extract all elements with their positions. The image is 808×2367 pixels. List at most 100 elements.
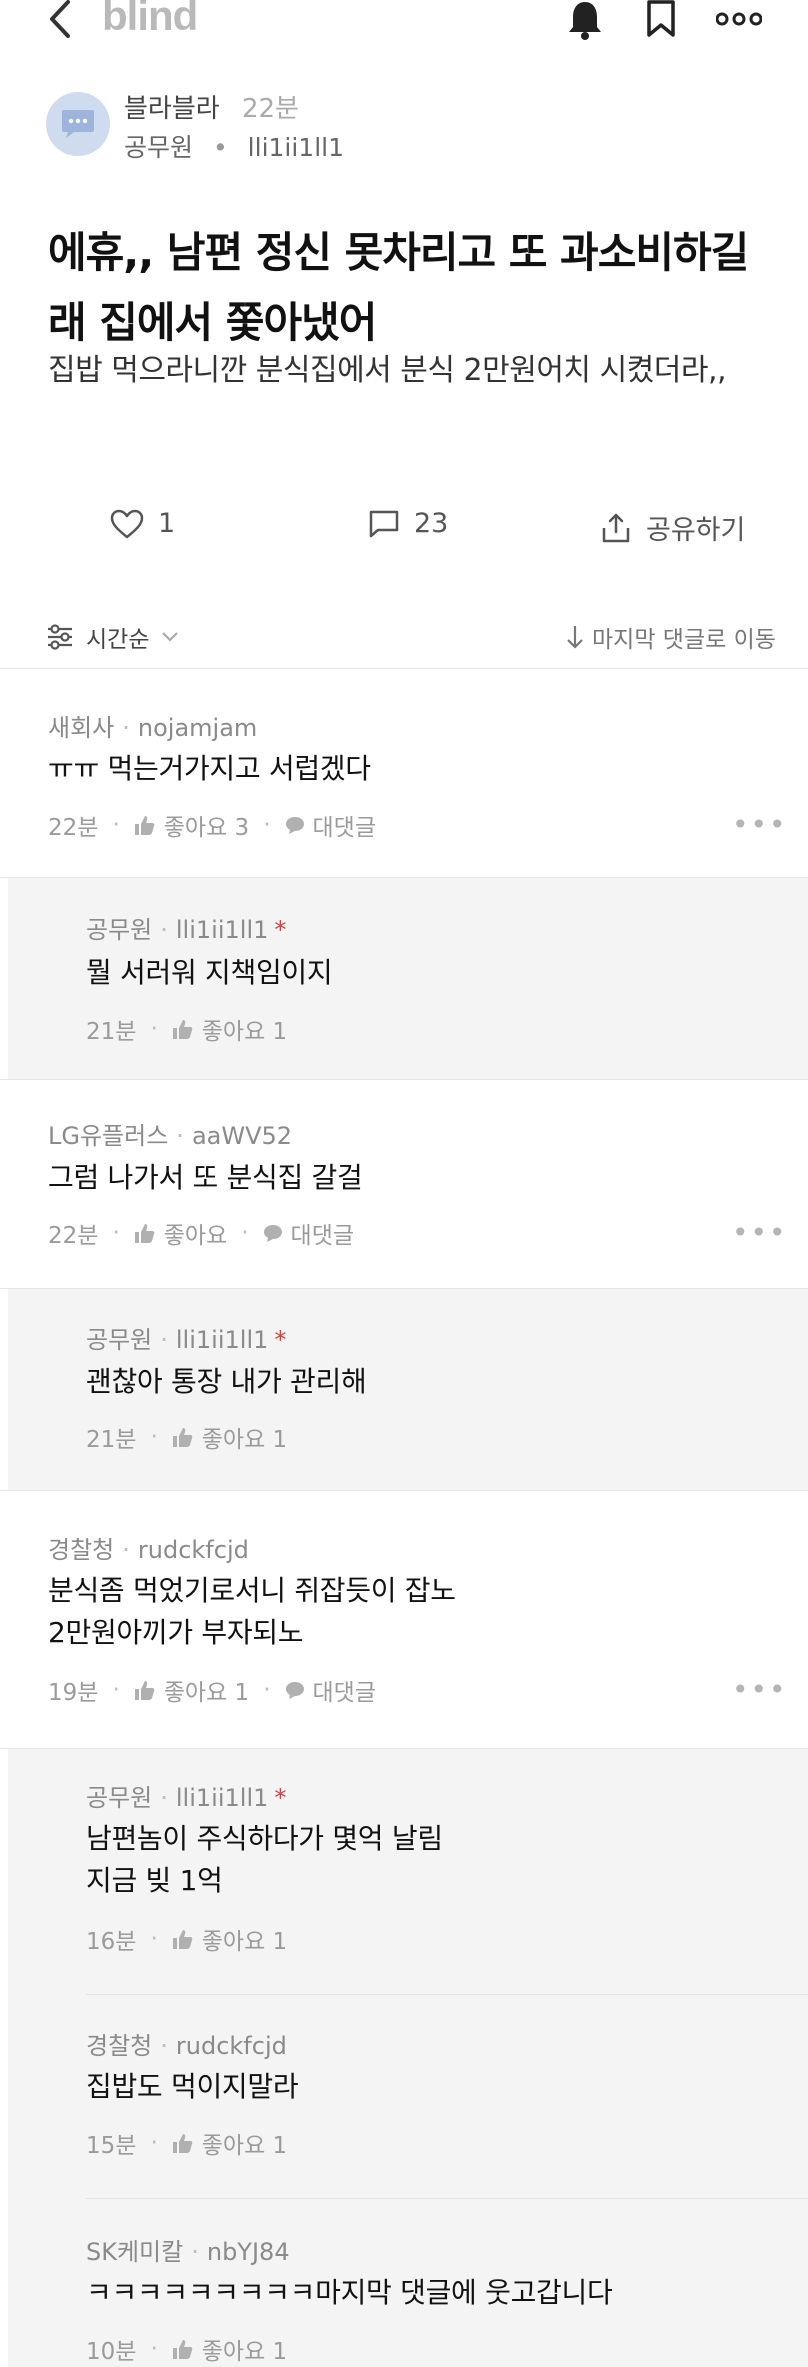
arrow-down-icon [567,626,583,649]
comment-footer: 22분 · 좋아요 · 대댓글 [48,1216,354,1250]
comment-reply-button[interactable]: 대댓글 [263,1216,354,1250]
comment-like-button[interactable]: 좋아요 1 [172,1420,287,1454]
comment-company: 공무원 [86,1326,153,1354]
comment-footer: 21분 · 좋아요 1 [86,1420,287,1454]
comment-footer: 15분 · 좋아요 1 [86,2126,287,2160]
comment-reply-button[interactable]: 대댓글 [285,1673,376,1707]
comment-company: LG유플러스 [48,1122,169,1150]
bookmark-icon[interactable] [646,0,676,38]
comment-like-label: 좋아요 1 [163,1680,250,1706]
comment-company: 새회사 [48,714,115,742]
comment-more-icon[interactable]: ••• [732,808,788,841]
share-button[interactable]: 공유하기 [600,508,745,547]
share-icon [602,513,630,542]
thumbs-up-icon [134,816,155,835]
post-author[interactable]: 블라블라 [124,94,220,124]
comment-footer: 10분 · 좋아요 1 [86,2332,287,2366]
thumbs-up-icon [172,1428,193,1447]
comment-like-button[interactable]: 좋아요 1 [172,2332,287,2366]
thumbs-up-icon [134,1681,155,1700]
reply-bubble-icon [263,1225,282,1242]
comment-time: 19분 [48,1680,99,1706]
author-mark: * [274,1326,287,1354]
bell-icon[interactable] [566,0,604,40]
back-arrow-icon[interactable] [48,0,72,38]
post-nickname: lli1ii1ll1 [247,133,345,162]
comment-nickname: rudckfcjd [137,1536,249,1564]
comment-time: 15분 [86,2133,137,2159]
comment-like-button[interactable]: 좋아요 3 [134,808,249,842]
comment-like-label: 좋아요 1 [201,1929,288,1955]
comment-meta: 공무원 · lli1ii1ll1 * [86,1784,287,1812]
comment-nickname: lli1ii1ll1 [175,916,269,944]
heart-icon [110,509,144,538]
comment-text: ㅋㅋㅋㅋㅋㅋㅋㅋㅋ마지막 댓글에 웃고갑니다 [86,2276,613,2309]
comment-count: 23 [414,508,449,539]
comment-footer: 22분 · 좋아요 3 · 대댓글 [48,808,376,842]
comment-company: SK케미칼 [86,2238,184,2266]
divider [0,668,808,669]
comment-text: 괜찮아 통장 내가 관리해 [86,1365,367,1398]
comment-nickname: rudckfcjd [175,2032,287,2060]
comment-reply-label: 대댓글 [312,1680,376,1706]
comment-time: 16분 [86,1929,137,1955]
comment-meta: 공무원 · lli1ii1ll1 * [86,1326,287,1354]
comment-nickname: aaWV52 [191,1122,293,1150]
comment-footer: 16분 · 좋아요 1 [86,1922,287,1956]
author-avatar[interactable] [46,92,110,156]
comment-meta: 경찰청 · rudckfcjd [48,1536,249,1564]
reply-bubble-icon [285,1682,304,1699]
comment-meta: 경찰청 · rudckfcjd [86,2032,287,2060]
share-label: 공유하기 [646,515,746,546]
comment-like-label: 좋아요 [163,1223,228,1249]
comment-nickname: lli1ii1ll1 [175,1784,269,1812]
comment-like-label: 좋아요 1 [201,1427,288,1453]
comment-more-icon[interactable]: ••• [732,1216,788,1249]
comment-text-line2: 2만원아끼가 부자되노 [48,1616,304,1649]
comment-text: 뭘 서러워 지책임이지 [86,956,333,989]
sort-label: 시간순 [86,627,150,653]
comment-like-button[interactable]: 좋아요 1 [172,2126,287,2160]
comment-text: 분식좀 먹었기로서니 쥐잡듯이 잡노 [48,1574,456,1607]
thumbs-up-icon [134,1224,155,1243]
comment-like-label: 좋아요 1 [201,2339,288,2365]
comment-like-button[interactable]: 좋아요 1 [172,1012,287,1046]
comment-nickname: lli1ii1ll1 [175,1326,269,1354]
chevron-down-icon [162,632,179,642]
comment-like-label: 좋아요 1 [201,2133,288,2159]
comment-like-button[interactable]: 좋아요 1 [134,1673,249,1707]
comment-like-button[interactable]: 좋아요 [134,1216,227,1250]
comment-reply-button[interactable]: 대댓글 [285,808,376,842]
comment-button[interactable]: 23 [368,508,448,539]
thumbs-up-icon [172,1930,193,1949]
comment-text: ㅠㅠ 먹는거가지고 서럽겠다 [48,752,371,785]
sort-dropdown[interactable]: 시간순 [46,620,179,654]
top-bar: blind [0,0,808,44]
jump-to-last-comment[interactable]: 마지막 댓글로 이동 [566,620,776,654]
divider [0,1490,808,1491]
blind-logo[interactable]: blind [102,0,198,40]
comment-nickname: nojamjam [137,714,258,742]
author-mark: * [274,1784,287,1812]
comment-footer: 21분 · 좋아요 1 [86,1012,287,1046]
like-count: 1 [158,508,176,539]
divider [0,1748,808,1749]
comment-text-line2: 지금 빚 1억 [86,1864,223,1897]
more-options-icon[interactable] [716,12,762,26]
comment-company: 경찰청 [86,2032,153,2060]
divider [86,1994,808,1995]
comment-more-icon[interactable]: ••• [732,1673,788,1706]
comment-text: 남편놈이 주식하다가 몇억 날림 [86,1822,443,1855]
comment-meta: 공무원 · lli1ii1ll1 * [86,916,287,944]
like-button[interactable]: 1 [110,508,175,539]
thumbs-up-icon [172,2340,193,2359]
comment-like-label: 좋아요 3 [163,815,250,841]
comment-company: 공무원 [86,916,153,944]
thumbs-up-icon [172,2134,193,2153]
comment-like-button[interactable]: 좋아요 1 [172,1922,287,1956]
comment-like-label: 좋아요 1 [201,1019,288,1045]
chat-bubble-icon [62,110,94,138]
comment-time: 10분 [86,2339,137,2365]
comment-icon [369,510,399,537]
divider [0,1079,808,1080]
